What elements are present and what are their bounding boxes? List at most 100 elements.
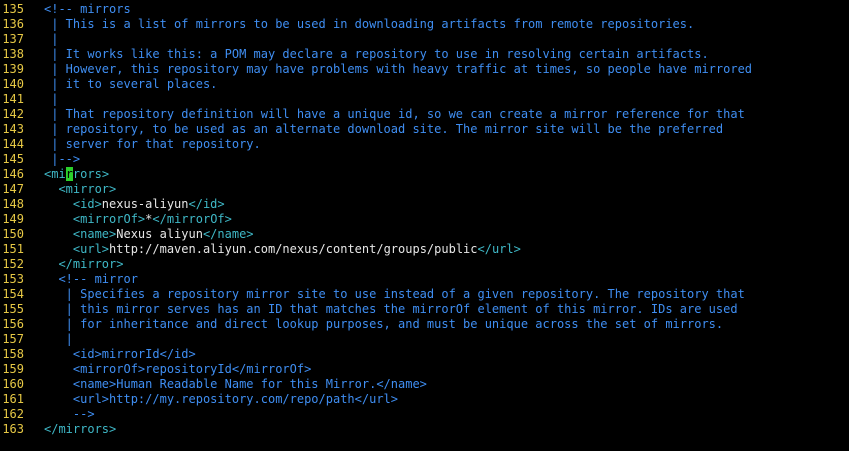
tag-token: <name>	[44, 227, 117, 241]
line-content[interactable]: | server for that repository.	[24, 137, 261, 152]
line-content[interactable]: <!-- mirrors	[24, 2, 131, 17]
line-number: 152	[2, 257, 24, 271]
comment-token: |	[44, 332, 73, 346]
line-number: 155	[2, 302, 24, 316]
code-line[interactable]: 155 | this mirror serves has an ID that …	[0, 302, 849, 317]
comment-token: | It works like this: a POM may declare …	[44, 47, 709, 61]
code-line[interactable]: 140 | it to several places.	[0, 77, 849, 92]
line-content[interactable]: |	[24, 332, 73, 347]
code-line[interactable]: 138 | It works like this: a POM may decl…	[0, 47, 849, 62]
comment-token: | repository, to be used as an alternate…	[44, 122, 724, 136]
code-line[interactable]: 141 |	[0, 92, 849, 107]
comment-token: |	[44, 32, 59, 46]
line-content[interactable]: | This is a list of mirrors to be used i…	[24, 17, 694, 32]
code-line[interactable]: 162 -->	[0, 407, 849, 422]
comment-token: <!-- mirror	[44, 272, 138, 286]
comment-token: <name>Human Readable Name for this Mirro…	[44, 377, 427, 391]
code-line[interactable]: 163 </mirrors>	[0, 422, 849, 437]
comment-token: | it to several places.	[44, 77, 218, 91]
line-content[interactable]: <id>nexus-aliyun</id>	[24, 197, 225, 212]
line-content[interactable]: <id>mirrorId</id>	[24, 347, 196, 362]
line-content[interactable]: <name>Nexus aliyun</name>	[24, 227, 254, 242]
tag-token: <mi	[44, 167, 66, 181]
tag-token: </mirrorOf>	[152, 212, 232, 226]
tag-token: </mirror>	[44, 257, 124, 271]
comment-token: <mirrorOf>repositoryId</mirrorOf>	[44, 362, 312, 376]
code-line[interactable]: 152 </mirror>	[0, 257, 849, 272]
code-line[interactable]: 160 <name>Human Readable Name for this M…	[0, 377, 849, 392]
code-line[interactable]: 137 |	[0, 32, 849, 47]
line-content[interactable]: | Specifies a repository mirror site to …	[24, 287, 745, 302]
code-line[interactable]: 139 | However, this repository may have …	[0, 62, 849, 77]
comment-token: | However, this repository may have prob…	[44, 62, 753, 76]
line-number: 135	[2, 2, 24, 16]
line-number: 144	[2, 137, 24, 151]
tag-token: <url>	[44, 242, 110, 256]
tag-token: </name>	[202, 227, 254, 241]
comment-token: | server for that repository.	[44, 137, 261, 151]
line-content[interactable]: <url>http://maven.aliyun.com/nexus/conte…	[24, 242, 521, 257]
line-content[interactable]: <!-- mirror	[24, 272, 138, 287]
line-content[interactable]: | It works like this: a POM may declare …	[24, 47, 709, 62]
code-line[interactable]: 153 <!-- mirror	[0, 272, 849, 287]
line-number: 140	[2, 77, 24, 91]
text-editor[interactable]: 135 <!-- mirrors 136 | This is a list of m…	[0, 0, 849, 451]
code-line[interactable]: 136 | This is a list of mirrors to be us…	[0, 17, 849, 32]
line-content[interactable]: | repository, to be used as an alternate…	[24, 122, 723, 137]
line-content[interactable]: | it to several places.	[24, 77, 217, 92]
code-line[interactable]: 147 <mirror>	[0, 182, 849, 197]
code-line[interactable]: 150 <name>Nexus aliyun</name>	[0, 227, 849, 242]
code-line[interactable]: 135 <!-- mirrors	[0, 2, 849, 17]
line-number: 139	[2, 62, 24, 76]
line-content[interactable]: <mirror>	[24, 182, 116, 197]
line-content[interactable]: <name>Human Readable Name for this Mirro…	[24, 377, 427, 392]
code-line[interactable]: 142 | That repository definition will ha…	[0, 107, 849, 122]
line-content[interactable]: | this mirror serves has an ID that matc…	[24, 302, 738, 317]
tag-token: rors>	[72, 167, 110, 181]
line-content[interactable]: </mirrors>	[24, 422, 116, 437]
line-content[interactable]: | However, this repository may have prob…	[24, 62, 752, 77]
code-line[interactable]: 143 | repository, to be used as an alter…	[0, 122, 849, 137]
tag-token: <mirror>	[44, 182, 117, 196]
line-content[interactable]: |	[24, 92, 58, 107]
line-content[interactable]: <mirrorOf>*</mirrorOf>	[24, 212, 232, 227]
code-line[interactable]: 157 |	[0, 332, 849, 347]
code-line[interactable]: 161 <url>http://my.repository.com/repo/p…	[0, 392, 849, 407]
text-cursor: r	[65, 167, 73, 181]
line-content[interactable]: <mirrors>	[24, 167, 109, 182]
line-number: 153	[2, 272, 24, 286]
code-line[interactable]: 151 <url>http://maven.aliyun.com/nexus/c…	[0, 242, 849, 257]
line-number: 159	[2, 362, 24, 376]
line-number: 146	[2, 167, 24, 181]
code-line[interactable]: 158 <id>mirrorId</id>	[0, 347, 849, 362]
line-content[interactable]: -->	[24, 407, 95, 422]
code-line[interactable]: 149 <mirrorOf>*</mirrorOf>	[0, 212, 849, 227]
line-content[interactable]: <url>http://my.repository.com/repo/path<…	[24, 392, 398, 407]
line-number: 138	[2, 47, 24, 61]
code-line[interactable]: 156 | for inheritance and direct lookup …	[0, 317, 849, 332]
line-number: 142	[2, 107, 24, 121]
code-line[interactable]: 144 | server for that repository.	[0, 137, 849, 152]
line-number: 150	[2, 227, 24, 241]
line-number: 151	[2, 242, 24, 256]
code-line[interactable]: 148 <id>nexus-aliyun</id>	[0, 197, 849, 212]
code-line[interactable]: 145 |-->	[0, 152, 849, 167]
code-line[interactable]: 146 <mirrors>	[0, 167, 849, 182]
comment-token: | That repository definition will have a…	[44, 107, 745, 121]
comment-token: | Specifies a repository mirror site to …	[44, 287, 745, 301]
line-number: 156	[2, 317, 24, 331]
line-number: 161	[2, 392, 24, 406]
code-line[interactable]: 154 | Specifies a repository mirror site…	[0, 287, 849, 302]
line-content[interactable]: |-->	[24, 152, 80, 167]
text-token: nexus-aliyun	[101, 197, 189, 211]
line-content[interactable]: |	[24, 32, 58, 47]
line-content[interactable]: <mirrorOf>repositoryId</mirrorOf>	[24, 362, 311, 377]
line-content[interactable]: | That repository definition will have a…	[24, 107, 745, 122]
line-content[interactable]: | for inheritance and direct lookup purp…	[24, 317, 723, 332]
comment-token: -->	[44, 407, 95, 421]
line-content[interactable]: </mirror>	[24, 257, 123, 272]
comment-token: | this mirror serves has an ID that matc…	[44, 302, 738, 316]
line-number: 136	[2, 17, 24, 31]
code-line[interactable]: 159 <mirrorOf>repositoryId</mirrorOf>	[0, 362, 849, 377]
line-number: 141	[2, 92, 24, 106]
